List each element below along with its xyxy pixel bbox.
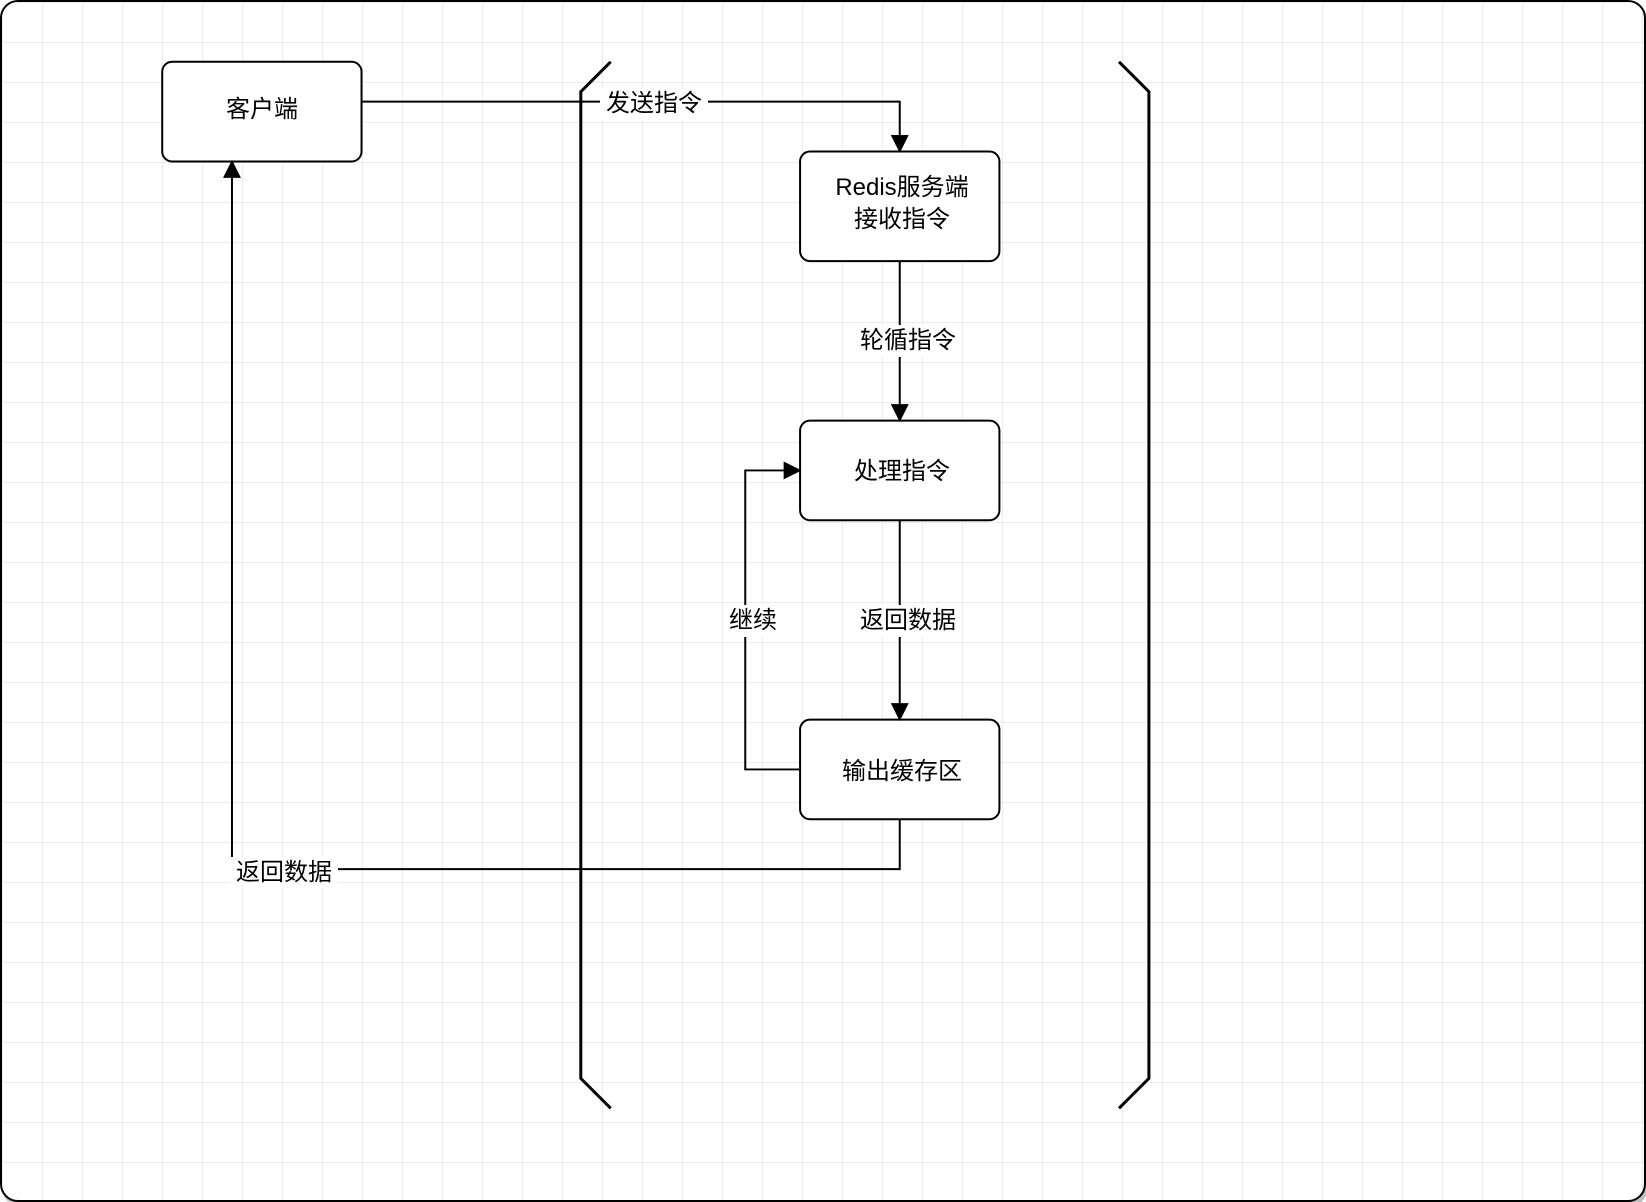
node-buffer	[800, 720, 999, 820]
node-redis-receive	[800, 152, 999, 262]
diagram-svg	[2, 2, 1644, 1200]
left-bracket-icon	[581, 62, 611, 1109]
edge-send	[362, 102, 900, 152]
node-process	[800, 421, 999, 521]
right-bracket-icon	[1119, 62, 1149, 1109]
diagram-canvas: 客户端 Redis服务端 接收指令 处理指令 输出缓存区 发送指令 轮循指令 返…	[0, 0, 1646, 1202]
edge-continue	[745, 470, 800, 769]
node-client	[162, 62, 361, 162]
